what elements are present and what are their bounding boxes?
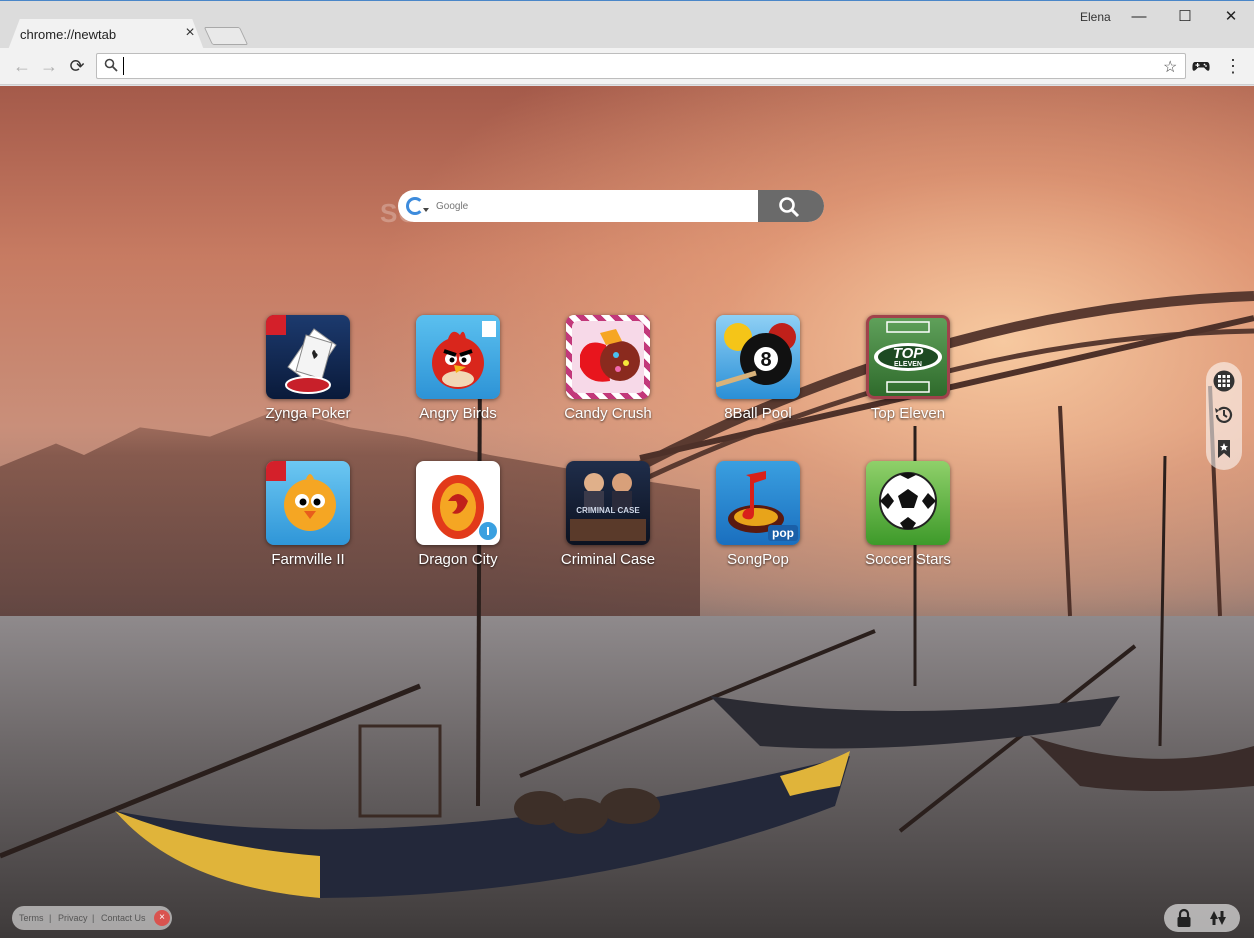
- new-tab-button[interactable]: [203, 27, 249, 45]
- dragon-egg-icon: [432, 475, 497, 540]
- tab-title[interactable]: chrome://newtab: [20, 27, 116, 42]
- chick-icon: [266, 461, 336, 531]
- dragon-city-icon[interactable]: [416, 461, 500, 545]
- search-input[interactable]: [436, 196, 746, 216]
- zynga-poker-icon[interactable]: [266, 315, 350, 399]
- app-farmville[interactable]: Farmville II: [248, 461, 368, 581]
- chevron-down-icon[interactable]: [423, 208, 429, 212]
- privacy-link[interactable]: Privacy: [58, 913, 88, 923]
- farmville-icon[interactable]: [266, 461, 350, 545]
- app-label: Zynga Poker: [265, 405, 351, 422]
- playing-cards-icon: [266, 315, 337, 394]
- app-label: Top Eleven: [870, 405, 946, 422]
- tab-strip: chrome://newtab × Elena — ☐ ✕: [0, 0, 1254, 50]
- app-criminal-case[interactable]: CRIMINAL CASE Criminal Case: [548, 461, 668, 581]
- soccer-stars-icon[interactable]: [866, 461, 950, 545]
- close-window-button[interactable]: ✕: [1208, 5, 1254, 29]
- search-box: [398, 190, 824, 222]
- songpop-text: pop: [772, 526, 794, 540]
- footer-links: Terms | Privacy | Contact Us ×: [12, 906, 172, 930]
- terms-link[interactable]: Terms: [19, 913, 44, 923]
- app-songpop[interactable]: pop SongPop: [698, 461, 818, 581]
- top-eleven-text: TOP: [893, 345, 925, 362]
- candy-crush-icon[interactable]: [566, 315, 650, 399]
- app-8ball-pool[interactable]: 8 8Ball Pool: [698, 315, 818, 435]
- sync-icon[interactable]: [1206, 907, 1230, 929]
- bookmark-star-icon[interactable]: ☆: [1163, 57, 1177, 77]
- footer-close-button[interactable]: ×: [154, 910, 170, 926]
- football-pitch-icon: TOP ELEVEN: [874, 321, 942, 393]
- criminal-case-icon[interactable]: CRIMINAL CASE: [566, 461, 650, 545]
- detectives-icon: CRIMINAL CASE: [570, 473, 646, 541]
- app-label: Candy Crush: [564, 405, 652, 422]
- app-soccer-stars[interactable]: Soccer Stars: [848, 461, 968, 581]
- back-button[interactable]: ←: [10, 54, 34, 78]
- forward-button[interactable]: →: [37, 54, 61, 78]
- search-icon: [779, 197, 800, 218]
- app-angry-birds[interactable]: Angry Birds: [398, 315, 518, 435]
- bookmarks-icon[interactable]: [1213, 438, 1235, 460]
- 8ball-pool-icon[interactable]: 8: [716, 315, 800, 399]
- app-label: SongPop: [727, 551, 789, 568]
- minimize-button[interactable]: —: [1116, 5, 1162, 29]
- billiard-ball-icon: 8: [716, 323, 796, 388]
- app-dragon-city[interactable]: Dragon City: [398, 461, 518, 581]
- search-button[interactable]: [758, 190, 824, 222]
- address-input[interactable]: [123, 57, 1153, 75]
- soccer-ball-icon: [879, 472, 937, 530]
- top-eleven-icon[interactable]: TOP ELEVEN: [866, 315, 950, 399]
- browser-window: chrome://newtab × Elena — ☐ ✕ ← → ⟳ ☆ ⋮: [0, 0, 1254, 938]
- angry-birds-icon[interactable]: [416, 315, 500, 399]
- app-label: 8Ball Pool: [724, 405, 792, 422]
- lock-icon[interactable]: [1174, 908, 1194, 928]
- address-bar[interactable]: ☆: [96, 53, 1186, 79]
- app-label: Farmville II: [271, 551, 345, 568]
- search-engine-icon[interactable]: [406, 197, 424, 215]
- contact-link[interactable]: Contact Us: [101, 913, 146, 923]
- maximize-button[interactable]: ☐: [1162, 5, 1208, 29]
- footer-tools: [1164, 904, 1240, 932]
- footer-separator: |: [92, 913, 95, 923]
- eight-ball-number: 8: [760, 349, 771, 371]
- app-label: Dragon City: [418, 551, 498, 568]
- gamepad-extension-icon[interactable]: [1192, 58, 1210, 74]
- footer-separator: |: [49, 913, 52, 923]
- candy-icon: [572, 321, 644, 393]
- app-label: Angry Birds: [419, 405, 497, 422]
- menu-button[interactable]: ⋮: [1224, 56, 1242, 76]
- music-note-icon: pop: [728, 471, 798, 541]
- newtab-page: SOFTPEDIA: [0, 86, 1254, 938]
- app-label: Criminal Case: [560, 551, 656, 568]
- criminal-case-text: CRIMINAL CASE: [576, 506, 640, 515]
- tab-close-button[interactable]: ×: [182, 25, 198, 41]
- side-dock: [1206, 362, 1242, 470]
- background-river: [0, 616, 1254, 938]
- app-zynga-poker[interactable]: Zynga Poker: [248, 315, 368, 435]
- app-label: Soccer Stars: [865, 551, 951, 568]
- history-icon[interactable]: [1213, 404, 1235, 426]
- red-bird-icon: [432, 321, 496, 389]
- songpop-icon[interactable]: pop: [716, 461, 800, 545]
- app-top-eleven[interactable]: TOP ELEVEN Top Eleven: [848, 315, 968, 435]
- browser-toolbar: ← → ⟳ ☆ ⋮: [0, 48, 1254, 85]
- profile-name[interactable]: Elena: [1080, 10, 1111, 24]
- reload-button[interactable]: ⟳: [65, 54, 89, 78]
- search-icon: [104, 58, 118, 72]
- top-eleven-subtext: ELEVEN: [894, 361, 922, 368]
- apps-grid-icon[interactable]: [1213, 370, 1235, 392]
- app-candy-crush[interactable]: Candy Crush: [548, 315, 668, 435]
